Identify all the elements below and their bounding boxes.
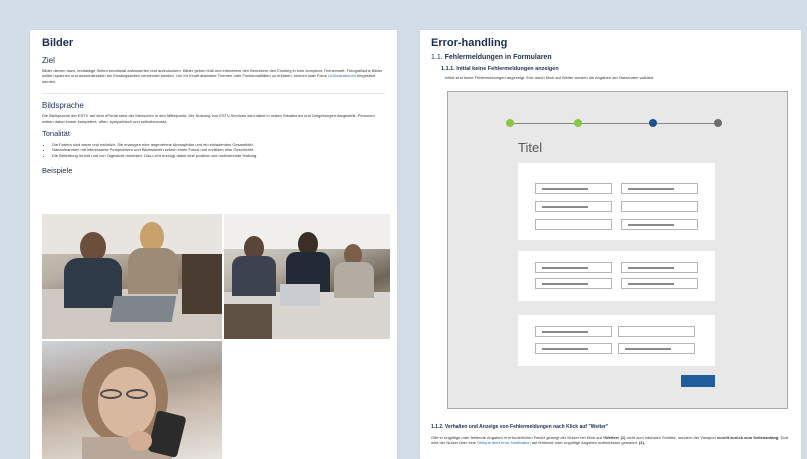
- link-alert-notification[interactable]: Oblique Alert error-Notification: [477, 440, 531, 445]
- section-title: Fehlermeldungen in Formularen: [444, 54, 552, 61]
- section-number: 1.1.: [431, 54, 443, 61]
- form-field: [621, 201, 698, 212]
- form-field: [618, 343, 695, 354]
- page-title: Bilder: [42, 37, 74, 49]
- subsection-weiter-block: 1.1.2. Verhalten und Anzeige von Fehlerm…: [431, 424, 791, 445]
- document-page-bilder: Bilder Ziel Bilder dienen dazu, textlast…: [30, 30, 397, 459]
- paragraph-bildsprache: Die Bildsprache der ESTV auf dem ePortal…: [42, 113, 375, 124]
- page-title: Error-handling: [431, 37, 508, 49]
- heading-bildsprache: Bildsprache: [42, 101, 84, 111]
- mockup-submit-button: [681, 375, 715, 387]
- form-field: [621, 219, 698, 230]
- form-field: [535, 326, 612, 337]
- form-field: [621, 183, 698, 194]
- example-photo-woman-smartphone: [42, 341, 222, 459]
- heading-ziel: Ziel: [42, 56, 55, 65]
- mockup-form-title: Titel: [518, 140, 543, 155]
- paragraph-ziel: Bilder dienen dazu, textlastige Seiten e…: [42, 68, 383, 84]
- subsection-number: 1.1.1.: [441, 66, 455, 72]
- subsection-title: Verhalten und Anzeige von Fehlermeldunge…: [444, 424, 609, 430]
- section-heading-fehlermeldungen: 1.1. Fehlermeldungen in Formularen: [431, 54, 790, 61]
- link-ui-illustrationen[interactable]: UI-Illustrationen: [328, 73, 356, 78]
- subsection-heading-weiter: 1.1.2. Verhalten und Anzeige von Fehlerm…: [431, 424, 791, 430]
- example-photo-office-laptop: [42, 214, 222, 339]
- heading-beispiele: Beispiele: [42, 166, 73, 176]
- subsection-title: Initial keine Fehlermeldungen anzeigen: [456, 66, 559, 72]
- stepper-step-2: [574, 119, 582, 127]
- section-divider: [42, 93, 385, 95]
- form-field: [535, 278, 612, 289]
- form-card-1: [518, 163, 715, 240]
- stepper-step-3: [649, 119, 657, 127]
- form-field: [535, 343, 612, 354]
- form-field: [618, 326, 695, 337]
- paragraph-initial: Initial sind keine Fehlermeldungen angez…: [445, 75, 655, 80]
- subsection-number: 1.1.2.: [431, 424, 444, 430]
- form-mockup-illustration: Titel: [447, 91, 788, 409]
- tonalitaet-list: Die Farben sind warm und natürlich. Sie …: [42, 142, 385, 158]
- example-photo-team-meeting: [224, 214, 390, 339]
- stepper-line: [510, 123, 716, 124]
- form-field: [621, 262, 698, 273]
- form-field: [621, 278, 698, 289]
- form-field: [535, 219, 612, 230]
- form-card-2: [518, 251, 715, 301]
- form-card-3: [518, 315, 715, 366]
- stepper-step-1: [506, 119, 514, 127]
- form-field: [535, 183, 612, 194]
- subsection-heading-initial: 1.1.1. Initial keine Fehlermeldungen anz…: [431, 66, 790, 72]
- form-field: [535, 262, 612, 273]
- stepper-step-4: [714, 119, 722, 127]
- heading-tonalitaet: Tonalität: [42, 129, 70, 139]
- form-field: [535, 201, 612, 212]
- paragraph-weiter: Gibt er ungültige oder fehlende Angaben …: [431, 435, 789, 446]
- document-page-error-handling: Error-handling 1.1. Fehlermeldungen in F…: [420, 30, 801, 459]
- list-item: Die Belichtung ist hell und von Tageslic…: [52, 153, 385, 158]
